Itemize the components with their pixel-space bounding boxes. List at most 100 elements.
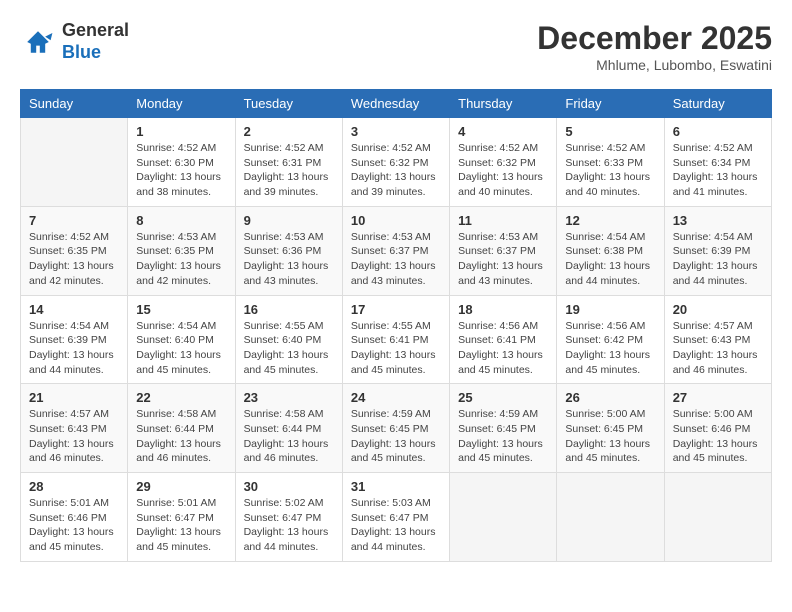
day-info: Sunrise: 4:52 AM Sunset: 6:30 PM Dayligh…	[136, 141, 226, 200]
logo: General Blue	[20, 20, 129, 63]
day-number: 31	[351, 479, 441, 494]
day-info: Sunrise: 4:57 AM Sunset: 6:43 PM Dayligh…	[673, 319, 763, 378]
calendar-cell: 9Sunrise: 4:53 AM Sunset: 6:36 PM Daylig…	[235, 206, 342, 295]
calendar-cell: 5 Sunrise: 4:52 AM Sunset: 6:33 PM Daylig…	[557, 118, 664, 207]
week-row-5: 28Sunrise: 5:01 AM Sunset: 6:46 PM Dayli…	[21, 473, 772, 562]
day-number: 9	[244, 213, 334, 228]
day-number: 24	[351, 390, 441, 405]
calendar-cell: 14 Sunrise: 4:54 AM Sunset: 6:39 PM Dayli…	[21, 295, 128, 384]
day-number: 26	[565, 390, 655, 405]
day-info: Sunrise: 4:54 AM Sunset: 6:40 PM Dayligh…	[136, 319, 226, 378]
day-number: 27	[673, 390, 763, 405]
calendar-header: SundayMondayTuesdayWednesdayThursdayFrid…	[21, 90, 772, 118]
day-info: Sunrise: 4:54 AM Sunset: 6:39 PM Dayligh…	[673, 230, 763, 289]
calendar-cell: 13 Sunrise: 4:54 AM Sunset: 6:39 PM Dayli…	[664, 206, 771, 295]
day-info: Sunrise: 4:52 AM Sunset: 6:34 PM Dayligh…	[673, 141, 763, 200]
day-number: 11	[458, 213, 548, 228]
column-header-tuesday: Tuesday	[235, 90, 342, 118]
calendar-cell: 4 Sunrise: 4:52 AM Sunset: 6:32 PM Daylig…	[450, 118, 557, 207]
calendar-cell	[450, 473, 557, 562]
location-label: Mhlume, Lubombo, Eswatini	[537, 57, 772, 73]
title-section: December 2025 Mhlume, Lubombo, Eswatini	[537, 20, 772, 73]
month-year-title: December 2025	[537, 20, 772, 57]
calendar-cell: 16 Sunrise: 4:55 AM Sunset: 6:40 PM Dayli…	[235, 295, 342, 384]
week-row-3: 14 Sunrise: 4:54 AM Sunset: 6:39 PM Dayli…	[21, 295, 772, 384]
day-number: 13	[673, 213, 763, 228]
day-info: Sunrise: 5:00 AM Sunset: 6:45 PM Dayligh…	[565, 407, 655, 466]
day-info: Sunrise: 4:52 AM Sunset: 6:32 PM Dayligh…	[458, 141, 548, 200]
day-number: 14	[29, 302, 119, 317]
day-info: Sunrise: 5:03 AM Sunset: 6:47 PM Dayligh…	[351, 496, 441, 555]
day-info: Sunrise: 4:53 AM Sunset: 6:35 PM Dayligh…	[136, 230, 226, 289]
day-number: 22	[136, 390, 226, 405]
day-number: 2	[244, 124, 334, 139]
logo-blue: Blue	[62, 42, 101, 62]
calendar-cell: 28Sunrise: 5:01 AM Sunset: 6:46 PM Dayli…	[21, 473, 128, 562]
logo-icon	[20, 24, 56, 60]
day-number: 6	[673, 124, 763, 139]
day-info: Sunrise: 4:57 AM Sunset: 6:43 PM Dayligh…	[29, 407, 119, 466]
calendar-cell: 3 Sunrise: 4:52 AM Sunset: 6:32 PM Daylig…	[342, 118, 449, 207]
column-header-sunday: Sunday	[21, 90, 128, 118]
day-info: Sunrise: 4:53 AM Sunset: 6:37 PM Dayligh…	[351, 230, 441, 289]
day-number: 21	[29, 390, 119, 405]
column-header-saturday: Saturday	[664, 90, 771, 118]
day-info: Sunrise: 4:53 AM Sunset: 6:37 PM Dayligh…	[458, 230, 548, 289]
calendar-cell: 31 Sunrise: 5:03 AM Sunset: 6:47 PM Dayli…	[342, 473, 449, 562]
day-info: Sunrise: 4:55 AM Sunset: 6:40 PM Dayligh…	[244, 319, 334, 378]
day-info: Sunrise: 4:52 AM Sunset: 6:32 PM Dayligh…	[351, 141, 441, 200]
day-info: Sunrise: 4:58 AM Sunset: 6:44 PM Dayligh…	[136, 407, 226, 466]
day-info: Sunrise: 4:56 AM Sunset: 6:42 PM Dayligh…	[565, 319, 655, 378]
day-number: 8	[136, 213, 226, 228]
day-number: 30	[244, 479, 334, 494]
day-number: 7	[29, 213, 119, 228]
calendar-cell	[557, 473, 664, 562]
day-number: 25	[458, 390, 548, 405]
calendar-cell: 30 Sunrise: 5:02 AM Sunset: 6:47 PM Dayli…	[235, 473, 342, 562]
day-number: 3	[351, 124, 441, 139]
calendar-cell	[664, 473, 771, 562]
day-info: Sunrise: 4:59 AM Sunset: 6:45 PM Dayligh…	[351, 407, 441, 466]
day-number: 5	[565, 124, 655, 139]
day-info: Sunrise: 4:56 AM Sunset: 6:41 PM Dayligh…	[458, 319, 548, 378]
day-number: 16	[244, 302, 334, 317]
calendar-cell: 23Sunrise: 4:58 AM Sunset: 6:44 PM Dayli…	[235, 384, 342, 473]
day-number: 4	[458, 124, 548, 139]
day-number: 1	[136, 124, 226, 139]
day-info: Sunrise: 4:58 AM Sunset: 6:44 PM Dayligh…	[244, 407, 334, 466]
calendar-cell: 10Sunrise: 4:53 AM Sunset: 6:37 PM Dayli…	[342, 206, 449, 295]
calendar-cell: 29 Sunrise: 5:01 AM Sunset: 6:47 PM Dayli…	[128, 473, 235, 562]
calendar-cell: 1 Sunrise: 4:52 AM Sunset: 6:30 PM Daylig…	[128, 118, 235, 207]
week-row-4: 21 Sunrise: 4:57 AM Sunset: 6:43 PM Dayli…	[21, 384, 772, 473]
calendar-cell: 11 Sunrise: 4:53 AM Sunset: 6:37 PM Dayli…	[450, 206, 557, 295]
calendar-table: SundayMondayTuesdayWednesdayThursdayFrid…	[20, 89, 772, 562]
day-info: Sunrise: 4:52 AM Sunset: 6:35 PM Dayligh…	[29, 230, 119, 289]
day-info: Sunrise: 5:01 AM Sunset: 6:47 PM Dayligh…	[136, 496, 226, 555]
calendar-body: 1 Sunrise: 4:52 AM Sunset: 6:30 PM Daylig…	[21, 118, 772, 562]
calendar-cell: 20Sunrise: 4:57 AM Sunset: 6:43 PM Dayli…	[664, 295, 771, 384]
day-number: 12	[565, 213, 655, 228]
day-number: 28	[29, 479, 119, 494]
week-row-2: 7 Sunrise: 4:52 AM Sunset: 6:35 PM Daylig…	[21, 206, 772, 295]
day-info: Sunrise: 4:52 AM Sunset: 6:31 PM Dayligh…	[244, 141, 334, 200]
column-header-monday: Monday	[128, 90, 235, 118]
header-row: SundayMondayTuesdayWednesdayThursdayFrid…	[21, 90, 772, 118]
day-info: Sunrise: 5:02 AM Sunset: 6:47 PM Dayligh…	[244, 496, 334, 555]
calendar-cell: 24 Sunrise: 4:59 AM Sunset: 6:45 PM Dayli…	[342, 384, 449, 473]
calendar-cell: 15Sunrise: 4:54 AM Sunset: 6:40 PM Dayli…	[128, 295, 235, 384]
day-number: 18	[458, 302, 548, 317]
day-info: Sunrise: 4:54 AM Sunset: 6:38 PM Dayligh…	[565, 230, 655, 289]
day-number: 29	[136, 479, 226, 494]
calendar-cell: 21 Sunrise: 4:57 AM Sunset: 6:43 PM Dayli…	[21, 384, 128, 473]
day-info: Sunrise: 4:54 AM Sunset: 6:39 PM Dayligh…	[29, 319, 119, 378]
calendar-cell: 2 Sunrise: 4:52 AM Sunset: 6:31 PM Daylig…	[235, 118, 342, 207]
page-header: General Blue December 2025 Mhlume, Lubom…	[20, 20, 772, 73]
day-number: 17	[351, 302, 441, 317]
calendar-cell: 27Sunrise: 5:00 AM Sunset: 6:46 PM Dayli…	[664, 384, 771, 473]
calendar-cell: 22 Sunrise: 4:58 AM Sunset: 6:44 PM Dayli…	[128, 384, 235, 473]
calendar-cell: 8 Sunrise: 4:53 AM Sunset: 6:35 PM Daylig…	[128, 206, 235, 295]
day-info: Sunrise: 4:52 AM Sunset: 6:33 PM Dayligh…	[565, 141, 655, 200]
calendar-cell: 6 Sunrise: 4:52 AM Sunset: 6:34 PM Daylig…	[664, 118, 771, 207]
calendar-cell	[21, 118, 128, 207]
logo-text: General Blue	[62, 20, 129, 63]
